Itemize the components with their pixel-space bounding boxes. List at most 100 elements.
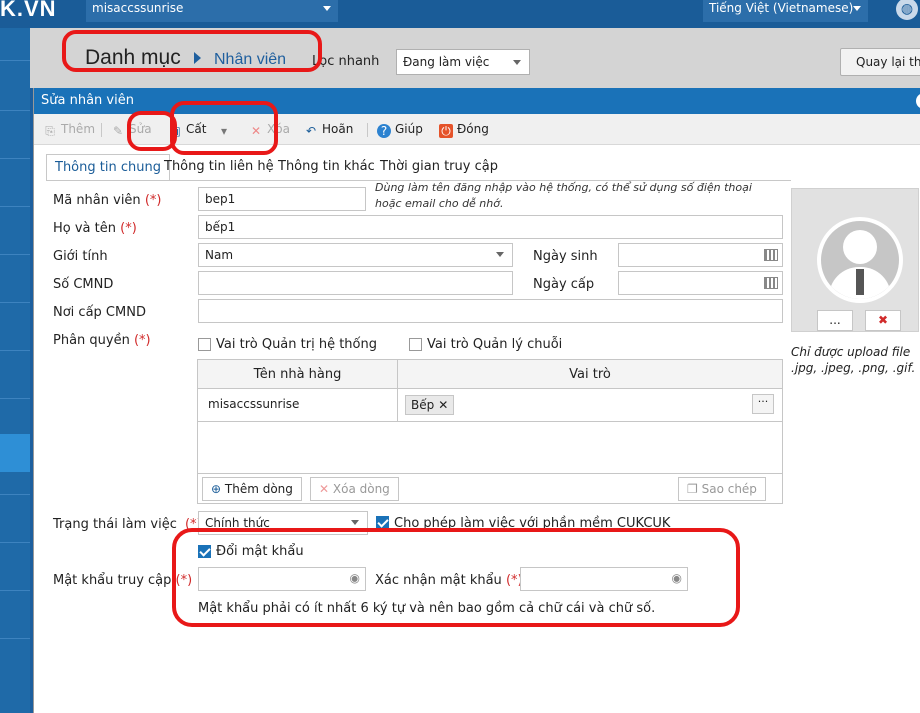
employee-code-label-text: Mã nhân viên bbox=[53, 193, 141, 208]
chevron-down-icon bbox=[853, 6, 861, 11]
add-button-label: Thêm bbox=[61, 122, 96, 136]
avatar-placeholder-icon bbox=[817, 217, 903, 303]
undo-button[interactable]: ↶ Hoãn bbox=[304, 122, 353, 138]
browse-avatar-button[interactable]: ... bbox=[817, 310, 853, 331]
birthday-input[interactable] bbox=[618, 243, 783, 267]
issue-place-label: Nơi cấp CMND bbox=[53, 305, 146, 320]
grid-header-restaurant: Tên nhà hàng bbox=[198, 360, 398, 389]
chevron-down-icon bbox=[351, 520, 359, 525]
help-button-label: Giúp bbox=[395, 122, 423, 136]
calendar-icon[interactable] bbox=[764, 277, 778, 289]
copy-button[interactable]: ❐ Sao chép bbox=[678, 477, 766, 501]
nav-item-active[interactable] bbox=[0, 434, 30, 472]
grid-header: Tên nhà hàng Vai trò bbox=[198, 360, 782, 389]
permission-label: Phân quyền (*) bbox=[53, 333, 151, 348]
role-picker-button[interactable]: ··· bbox=[752, 394, 774, 414]
nav-divider bbox=[0, 110, 30, 111]
work-status-label-text: Trạng thái làm việc bbox=[53, 517, 177, 532]
avatar-head bbox=[843, 230, 877, 264]
add-button[interactable]: ⎘ Thêm bbox=[43, 122, 95, 138]
add-row-icon: ⊕ bbox=[211, 482, 222, 496]
id-card-label: Số CMND bbox=[53, 277, 114, 292]
nav-divider bbox=[0, 302, 30, 303]
chevron-down-icon bbox=[513, 60, 521, 65]
system-admin-role-label: Vai trò Quản trị hệ thống bbox=[216, 337, 377, 352]
back-to-setup-button[interactable]: Quay lại thiết lập bbox=[840, 48, 920, 76]
chain-manager-role-checkbox[interactable] bbox=[409, 338, 422, 351]
nav-divider bbox=[0, 350, 30, 351]
avatar-note-line-1: Chỉ được upload file bbox=[791, 345, 911, 359]
password-label-text: Mật khẩu truy cập bbox=[53, 573, 172, 588]
grid-cell-restaurant: misaccssunrise bbox=[198, 389, 398, 422]
edit-icon: ✎ bbox=[112, 124, 124, 138]
employee-code-input[interactable]: bep1 bbox=[198, 187, 366, 211]
toolbar-separator bbox=[367, 123, 368, 137]
gender-select[interactable]: Nam bbox=[198, 243, 513, 267]
language-select-value: Tiếng Việt (Vietnamese) bbox=[709, 1, 854, 15]
globe-icon[interactable]: ◍ bbox=[896, 0, 918, 20]
status-filter-select[interactable]: Đang làm việc bbox=[396, 49, 530, 75]
status-filter-value: Đang làm việc bbox=[403, 55, 490, 69]
birthday-label: Ngày sinh bbox=[533, 249, 598, 264]
annotation-password-section bbox=[172, 528, 740, 627]
restaurant-role-grid: Tên nhà hàng Vai trò misaccssunrise Bếp ✕… bbox=[197, 359, 783, 504]
tab-contact[interactable]: Thông tin liên hệ bbox=[156, 154, 282, 181]
full-name-input[interactable]: bếp1 bbox=[198, 215, 783, 239]
permission-label-text: Phân quyền bbox=[53, 333, 130, 348]
quick-filter-label: Lọc nhanh bbox=[312, 54, 380, 69]
nav-divider bbox=[0, 158, 30, 159]
nav-divider bbox=[0, 590, 30, 591]
tab-other[interactable]: Thông tin khác bbox=[270, 154, 383, 181]
undo-button-label: Hoãn bbox=[322, 122, 354, 136]
delete-row-button[interactable]: ✕ Xóa dòng bbox=[310, 477, 399, 501]
issue-date-label: Ngày cấp bbox=[533, 277, 595, 292]
tab-general[interactable]: Thông tin chung bbox=[46, 154, 170, 181]
employee-code-label: Mã nhân viên (*) bbox=[53, 193, 161, 208]
nav-divider bbox=[0, 60, 30, 61]
tab-access-time[interactable]: Thời gian truy cập bbox=[372, 154, 506, 181]
chevron-down-icon bbox=[323, 6, 331, 11]
nav-divider bbox=[0, 398, 30, 399]
required-mark: (*) bbox=[144, 193, 162, 208]
calendar-icon[interactable] bbox=[764, 249, 778, 261]
left-nav bbox=[0, 28, 30, 713]
table-row[interactable]: misaccssunrise Bếp ✕ ··· bbox=[198, 389, 782, 422]
app-logo: K.VN bbox=[0, 0, 57, 21]
remove-avatar-button[interactable]: ✖ bbox=[865, 310, 901, 331]
copy-label: Sao chép bbox=[701, 482, 757, 496]
remove-tag-icon[interactable]: ✕ bbox=[438, 398, 448, 412]
delete-row-icon: ✕ bbox=[319, 482, 330, 496]
chevron-down-icon bbox=[496, 252, 504, 257]
avatar-upload-note: Chỉ được upload file .jpg, .jpeg, .png, … bbox=[791, 344, 915, 376]
language-select[interactable]: Tiếng Việt (Vietnamese) bbox=[703, 0, 868, 22]
issue-date-input[interactable] bbox=[618, 271, 783, 295]
nav-divider bbox=[0, 494, 30, 495]
avatar-note-line-2: .jpg, .jpeg, .png, .gif. bbox=[791, 361, 916, 375]
nav-divider bbox=[0, 542, 30, 543]
required-mark: (*) bbox=[133, 333, 151, 348]
nav-divider bbox=[0, 254, 30, 255]
close-button-label: Đóng bbox=[457, 122, 489, 136]
tenant-select[interactable]: misaccssunrise bbox=[86, 0, 338, 22]
nav-divider bbox=[0, 206, 30, 207]
avatar-tie bbox=[856, 269, 864, 295]
toolbar-separator bbox=[101, 123, 102, 137]
id-card-input[interactable] bbox=[198, 271, 513, 295]
add-row-button[interactable]: ⊕ Thêm dòng bbox=[202, 477, 302, 501]
system-admin-role-checkbox[interactable] bbox=[198, 338, 211, 351]
avatar-panel: ... ✖ bbox=[791, 188, 919, 332]
gender-label: Giới tính bbox=[53, 249, 108, 264]
delete-row-label: Xóa dòng bbox=[332, 482, 390, 496]
issue-place-input[interactable] bbox=[198, 299, 783, 323]
undo-icon: ↶ bbox=[305, 124, 317, 138]
nav-divider bbox=[0, 638, 30, 639]
chain-manager-role-label: Vai trò Quản lý chuỗi bbox=[427, 337, 563, 352]
grid-footer: ⊕ Thêm dòng ✕ Xóa dòng ❐ Sao chép bbox=[198, 473, 782, 503]
close-button[interactable]: ⏻ Đóng bbox=[439, 122, 489, 138]
help-button[interactable]: ? Giúp bbox=[377, 122, 423, 138]
full-name-label-text: Họ và tên bbox=[53, 221, 116, 236]
copy-icon: ❐ bbox=[687, 482, 698, 496]
annotation-save-button bbox=[170, 101, 278, 155]
role-tag: Bếp ✕ bbox=[405, 395, 455, 415]
add-icon: ⎘ bbox=[45, 124, 55, 138]
